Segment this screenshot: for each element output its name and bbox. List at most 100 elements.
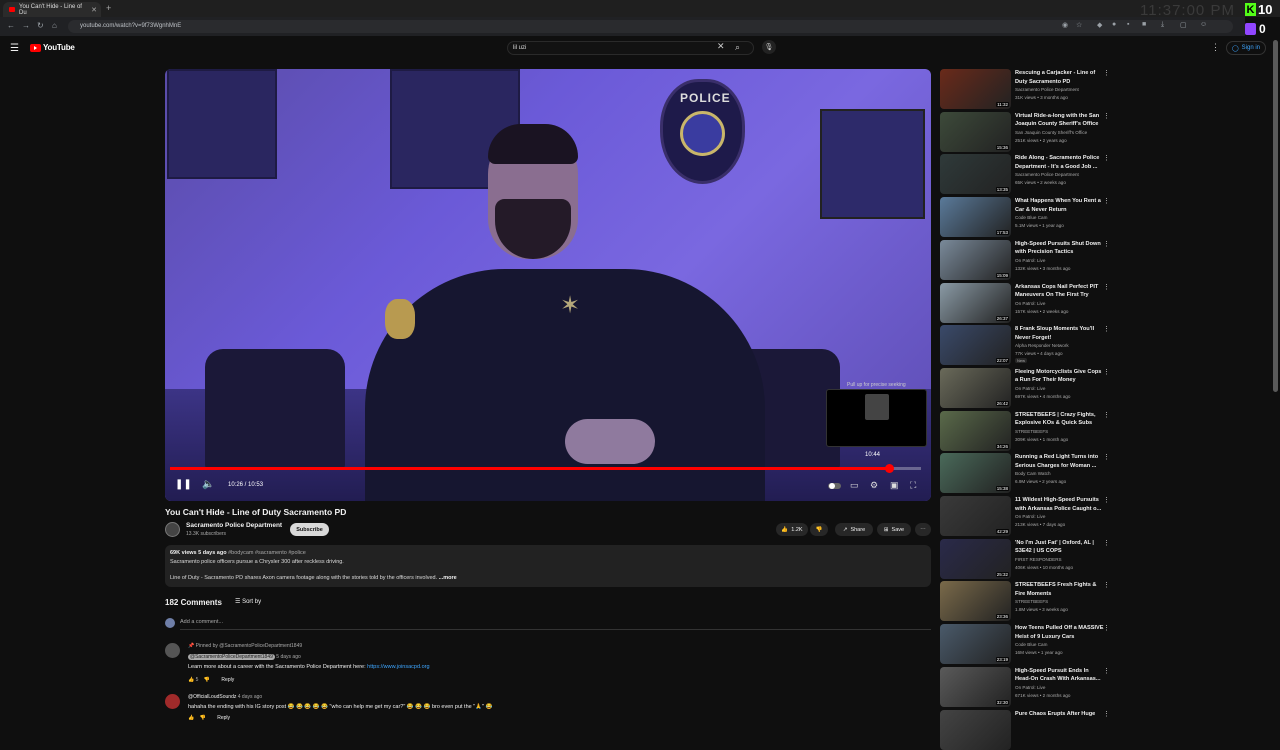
recommendation-channel[interactable]: FIRST RESPONDERS <box>1015 557 1062 562</box>
add-comment-input[interactable]: Add a comment... <box>180 619 223 625</box>
recommendation-title[interactable]: High-Speed Pursuit Ends In Head-On Crash… <box>1015 667 1105 684</box>
eye-icon[interactable]: ◉ <box>1062 21 1068 29</box>
recommendation-channel[interactable]: San Joaquin County Sheriff's Office <box>1015 130 1087 135</box>
video-thumbnail[interactable]: 15:09 <box>940 239 1011 280</box>
hamburger-menu-icon[interactable]: ☰ <box>10 43 19 54</box>
save-button[interactable]: ⊞ Save <box>877 523 911 536</box>
more-options-icon[interactable]: ⋮ <box>1103 581 1110 589</box>
browser-tab[interactable]: You Can't Hide - Line of Du ✕ <box>3 2 101 17</box>
video-thumbnail[interactable]: 17:53 <box>940 197 1011 238</box>
recommendation-title[interactable]: How Teens Pulled Off a MASSIVE Heist of … <box>1015 624 1105 641</box>
show-more-link[interactable]: ...more <box>439 575 457 581</box>
video-thumbnail[interactable]: 26:42 <box>940 367 1011 408</box>
share-button[interactable]: ↗ Share <box>835 523 873 536</box>
more-options-icon[interactable]: ⋮ <box>1103 69 1110 77</box>
subtitles-icon[interactable]: ▭ <box>850 480 859 491</box>
recommendation-channel[interactable]: STREETBEEFS <box>1015 599 1048 604</box>
like-button[interactable]: 👍 1.2K <box>776 523 808 536</box>
more-options-icon[interactable]: ⋮ <box>1103 411 1110 419</box>
volume-icon[interactable]: 🔈 <box>202 479 214 490</box>
recommendation-item[interactable]: 15:09 High-Speed Pursuits Shut Down with … <box>940 239 1115 280</box>
recommendation-title[interactable]: STREETBEEFS Fresh Fights & Fire Moments <box>1015 581 1105 598</box>
clear-search-icon[interactable]: ✕ <box>717 41 725 52</box>
more-options-icon[interactable]: ⋮ <box>1103 197 1110 205</box>
extension-icon[interactable]: ▪ <box>1127 21 1129 28</box>
reload-icon[interactable]: ↻ <box>37 21 44 30</box>
video-thumbnail[interactable]: 13:35 <box>940 154 1011 195</box>
subscribe-button[interactable]: Subscribe <box>290 523 329 536</box>
channel-name[interactable]: Sacramento Police Department <box>186 522 282 529</box>
video-thumbnail[interactable]: 25:32 <box>940 538 1011 579</box>
recommendation-title[interactable]: Arkansas Cops Nail Perfect PIT Maneuvers… <box>1015 283 1105 300</box>
more-options-icon[interactable]: ⋮ <box>1103 325 1110 333</box>
youtube-logo[interactable]: YouTube <box>30 43 75 52</box>
video-thumbnail[interactable]: 32:30 <box>940 666 1011 707</box>
extension-icon[interactable]: ■ <box>1142 21 1146 28</box>
recommendation-item[interactable]: 25:32 'No I'm Just Fat' | Oxford, AL | S3… <box>940 538 1115 579</box>
video-thumbnail[interactable]: 23:19 <box>940 624 1011 665</box>
more-options-icon[interactable]: ⋮ <box>1103 624 1110 632</box>
video-thumbnail[interactable]: 15:38 <box>940 453 1011 494</box>
extension-icon[interactable]: ● <box>1112 21 1116 28</box>
recommendation-item[interactable]: 15:36 Virtual Ride-a-long with the San Jo… <box>940 111 1115 152</box>
extension-icon[interactable]: ◆ <box>1097 21 1102 29</box>
pause-icon[interactable]: ❚❚ <box>175 479 192 490</box>
comment-like-icon[interactable]: 👍 <box>188 677 194 683</box>
recommendation-title[interactable]: Ride Along - Sacramento Police Departmen… <box>1015 154 1105 171</box>
more-options-icon[interactable]: ⋮ <box>1103 667 1110 675</box>
more-options-icon[interactable]: ⋮ <box>1103 710 1110 718</box>
recommendation-title[interactable]: What Happens When You Rent a Car & Never… <box>1015 197 1105 214</box>
comment-author[interactable]: @SacramentoPoliceDepartment1849 <box>188 654 275 660</box>
address-bar[interactable]: youtube.com/watch?v=9f73WgnhMnE <box>68 20 1233 33</box>
sort-by-button[interactable]: ☰ Sort by <box>235 598 261 605</box>
forward-icon[interactable]: → <box>22 21 30 30</box>
comment-like-icon[interactable]: 👍 <box>188 715 194 721</box>
more-options-icon[interactable]: ⋮ <box>1103 283 1110 291</box>
bookmark-star-icon[interactable]: ☆ <box>1076 21 1082 29</box>
recommendation-title[interactable]: Fleeing Motorcyclists Give Cops a Run Fo… <box>1015 368 1105 385</box>
microphone-icon[interactable]: 🎙 <box>762 40 776 54</box>
video-thumbnail[interactable]: 34:26 <box>940 410 1011 451</box>
more-options-icon[interactable]: ⋮ <box>1103 240 1110 248</box>
recommendation-item[interactable]: 26:42 Fleeing Motorcyclists Give Cops a R… <box>940 367 1115 408</box>
profile-icon[interactable]: ☺ <box>1200 21 1207 28</box>
autoplay-toggle[interactable] <box>828 483 841 489</box>
video-thumbnail[interactable]: 11:32 <box>940 69 1011 109</box>
recommendation-channel[interactable]: STREETBEEFS <box>1015 429 1048 434</box>
recommendation-title[interactable]: Virtual Ride-a-long with the San Joaquin… <box>1015 112 1105 129</box>
comment-avatar[interactable] <box>165 694 180 709</box>
video-thumbnail[interactable]: 15:36 <box>940 111 1011 152</box>
video-player[interactable]: POLICE ✶ Pull up for precise seeking 10:… <box>165 69 931 501</box>
recommendation-item[interactable]: 34:26 STREETBEEFS | Crazy Fights, Explosi… <box>940 410 1115 451</box>
recommendation-title[interactable]: Running a Red Light Turns into Serious C… <box>1015 453 1105 470</box>
video-thumbnail[interactable]: 22:07 <box>940 325 1011 366</box>
recommendation-item[interactable]: 42:29 11 Wildest High-Speed Pursuits with… <box>940 496 1115 536</box>
hashtags[interactable]: #bodycam #sacramento #police <box>228 550 306 556</box>
recommendation-item[interactable]: 26:37 Arkansas Cops Nail Perfect PIT Mane… <box>940 282 1115 323</box>
tab-close-icon[interactable]: ✕ <box>91 6 97 14</box>
comment-link[interactable]: https://www.joinsacpd.org <box>367 664 429 670</box>
sidebar-icon[interactable]: ▢ <box>1180 21 1187 29</box>
more-options-icon[interactable]: ⋮ <box>1103 539 1110 547</box>
recommendation-channel[interactable]: Code Blue Cam <box>1015 215 1047 220</box>
recommendation-title[interactable]: 'No I'm Just Fat' | Oxford, AL | S3E42 |… <box>1015 539 1105 556</box>
more-options-icon[interactable]: ⋮ <box>1103 496 1110 504</box>
comment-avatar[interactable] <box>165 643 180 658</box>
dislike-button[interactable]: 👎 <box>810 523 828 536</box>
new-tab-button[interactable]: + <box>106 3 111 13</box>
home-icon[interactable]: ⌂ <box>52 21 57 30</box>
settings-gear-icon[interactable]: ⚙ <box>870 480 878 491</box>
recommendation-item[interactable]: 17:53 What Happens When You Rent a Car & … <box>940 197 1115 238</box>
more-options-icon[interactable]: ⋮ <box>1103 154 1110 162</box>
recommendation-channel[interactable]: Sacramento Police Department <box>1015 172 1079 177</box>
reply-button[interactable]: Reply <box>221 677 234 683</box>
more-options-icon[interactable]: ⋮ <box>1103 368 1110 376</box>
comment-author[interactable]: @OfficialLoudSoundz <box>188 694 236 700</box>
recommendation-title[interactable]: High-Speed Pursuits Shut Down with Preci… <box>1015 240 1105 257</box>
recommendation-item[interactable]: 23:19 How Teens Pulled Off a MASSIVE Heis… <box>940 624 1115 665</box>
video-thumbnail[interactable]: 23:36 <box>940 581 1011 622</box>
reply-button[interactable]: Reply <box>217 715 230 721</box>
miniplayer-icon[interactable]: ▣ <box>890 480 899 491</box>
recommendation-item[interactable]: 15:38 Running a Red Light Turns into Seri… <box>940 453 1115 494</box>
recommendation-channel[interactable]: Body Cam Watch <box>1015 471 1051 476</box>
